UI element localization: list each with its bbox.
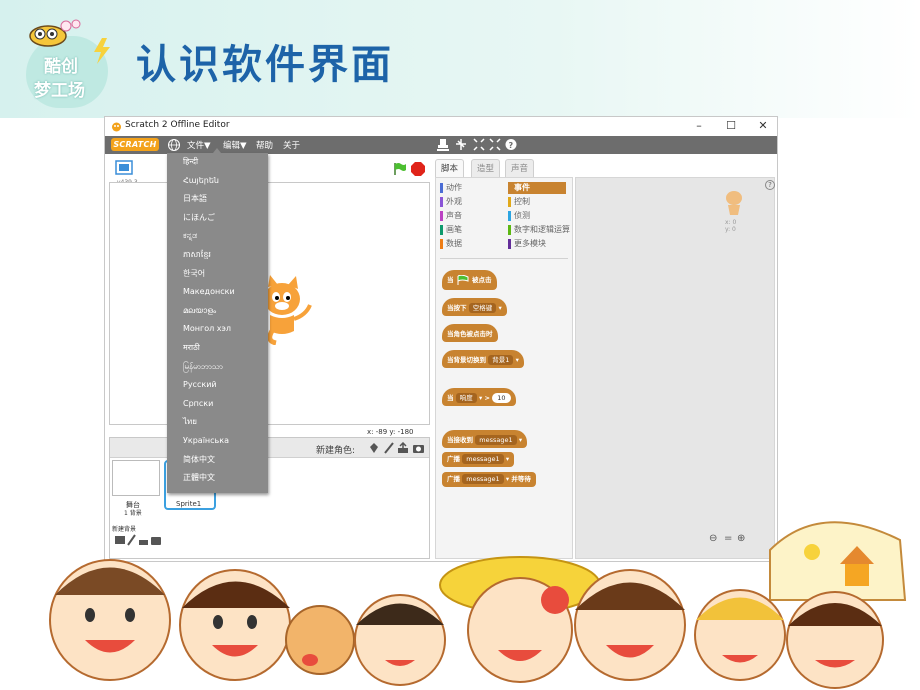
language-option[interactable]: Українська (183, 432, 229, 451)
language-option[interactable]: മലയാളം (183, 302, 216, 321)
category-sensing[interactable]: 侦测 (508, 210, 530, 222)
camera-icon[interactable] (412, 442, 425, 454)
language-option[interactable]: にほんご (183, 209, 215, 228)
tab-costumes[interactable]: 造型 (471, 159, 501, 177)
block-when-backdrop-switches[interactable]: 当背景切换到 背景1 ▾ (442, 350, 524, 368)
scratch-cat-app-icon (112, 122, 121, 132)
block-when-sprite-clicked[interactable]: 当角色被点击时 (442, 324, 498, 342)
window-titlebar: Scratch 2 Offline Editor – ☐ ✕ (105, 117, 777, 136)
dropdown-caret-icon (213, 148, 221, 153)
menu-about[interactable]: 关于 (283, 139, 300, 151)
mouse-coordinates: x: -89 y: -180 (367, 428, 414, 436)
maximize-button[interactable]: ☐ (715, 118, 747, 134)
block-broadcast[interactable]: 广播 message1 ▾ (442, 452, 515, 467)
block-when-key-pressed[interactable]: 当按下 空格键 ▾ (442, 298, 507, 316)
sprite-panel-header: 新建角色: (110, 438, 429, 458)
bee-mascot-icon (29, 19, 81, 47)
paint-brush-icon[interactable] (383, 442, 395, 454)
category-looks[interactable]: 外观 (440, 196, 462, 208)
tab-scripts[interactable]: 脚本 (435, 159, 465, 177)
language-option[interactable]: ភាសាខ្មែរ (183, 246, 211, 265)
category-data[interactable]: 数据 (440, 238, 462, 250)
menu-help[interactable]: 帮助 (256, 139, 273, 151)
lightning-icon (94, 38, 110, 64)
category-motion[interactable]: 动作 (440, 182, 462, 194)
logo-text-line2: 梦工场 (34, 81, 85, 101)
category-operators[interactable]: 数字和逻辑运算 (508, 224, 570, 236)
sprite-library-icon[interactable] (368, 442, 380, 454)
logo-text-line1: 酷创 (44, 57, 78, 77)
slide-title: 认识软件界面 (136, 42, 394, 88)
child-face-icon (786, 591, 884, 689)
window-title: Scratch 2 Offline Editor (125, 120, 230, 130)
language-option[interactable]: हिन्दी (183, 153, 198, 172)
language-option[interactable]: Հայերեն (183, 172, 219, 191)
sprite-preview-cat-icon (726, 191, 742, 215)
child-face-icon (574, 569, 686, 681)
cut-scissors-icon[interactable] (455, 138, 467, 151)
category-more-blocks[interactable]: 更多模块 (508, 238, 546, 250)
svg-text:?: ? (509, 141, 514, 150)
language-option[interactable]: Русский (183, 376, 217, 395)
stage-canvas[interactable] (109, 182, 430, 425)
shrink-icon[interactable] (489, 138, 501, 151)
block-when-receive[interactable]: 当接收到 message1 ▾ (442, 430, 528, 448)
language-dropdown: हिन्दी Հայերեն 日本語 にほんご ಕನ್ನಡ ភាសាខ្មែរ … (167, 148, 268, 493)
stage-header (109, 158, 430, 182)
category-events[interactable]: 事件 (508, 182, 566, 194)
stage-thumbnail[interactable] (112, 460, 160, 496)
brand-logo: 酷创 梦工场 (22, 19, 110, 108)
menubar: SCRATCH 文件▼ 编辑▼ 帮助 关于 ? (105, 136, 777, 154)
child-face-icon (49, 559, 171, 681)
stop-sign-icon[interactable] (410, 161, 426, 177)
scratch-logo[interactable]: SCRATCH (111, 138, 159, 151)
kids-illustration (0, 521, 920, 690)
block-flag-icon (457, 274, 469, 285)
language-option[interactable]: ไทย (183, 413, 197, 432)
language-option[interactable]: 简体中文 (183, 451, 215, 470)
child-face-icon (179, 569, 291, 681)
language-option[interactable]: Српски (183, 395, 213, 414)
puppy-face-icon (285, 605, 355, 675)
menu-edit[interactable]: 编辑▼ (223, 139, 247, 151)
category-sound[interactable]: 声音 (440, 210, 462, 222)
language-option[interactable]: 한국어 (183, 265, 205, 284)
block-broadcast-and-wait[interactable]: 广播 message1 ▾ 并等待 (442, 472, 536, 487)
language-option[interactable]: Монгол хэл (183, 320, 231, 339)
language-option[interactable]: मराठी (183, 339, 200, 358)
language-option[interactable]: ಕನ್ನಡ (183, 227, 197, 246)
scratch-window: Scratch 2 Offline Editor – ☐ ✕ SCRATCH 文… (104, 116, 778, 562)
sprite-position: x: 0 y: 0 (725, 219, 737, 233)
block-when-flag-clicked[interactable]: 当 被点击 (442, 270, 497, 290)
category-pen[interactable]: 画笔 (440, 224, 462, 236)
language-option[interactable]: Македонски (183, 283, 235, 302)
child-face-icon (354, 594, 446, 686)
green-flag-icon[interactable] (393, 162, 407, 176)
language-globe-icon[interactable] (167, 138, 181, 152)
close-button[interactable]: ✕ (747, 118, 777, 134)
block-when-sensor-greater[interactable]: 当 响度 ▾ > 10 (442, 388, 516, 406)
minimize-button[interactable]: – (683, 118, 715, 134)
language-option[interactable]: 日本語 (183, 190, 207, 209)
child-face-icon (694, 589, 786, 681)
category-control[interactable]: 控制 (508, 196, 530, 208)
palette-divider (440, 258, 568, 259)
language-option[interactable]: မြန်မာဘာသာ (183, 358, 223, 377)
upload-sprite-icon[interactable] (397, 442, 409, 454)
new-sprite-label: 新建角色: (316, 446, 356, 456)
grow-icon[interactable] (473, 138, 485, 151)
tab-sounds[interactable]: 声音 (505, 159, 535, 177)
scripts-help-icon[interactable]: ? (765, 180, 775, 190)
language-option[interactable]: 正體中文 (183, 469, 215, 488)
presentation-mode-icon[interactable] (115, 160, 133, 176)
menu-file[interactable]: 文件▼ (187, 139, 211, 151)
help-question-icon[interactable]: ? (505, 138, 517, 151)
duplicate-stamp-icon[interactable] (437, 138, 449, 151)
editor-tabs: 脚本 造型 声音 (435, 159, 775, 177)
house-sign-icon (769, 521, 907, 601)
